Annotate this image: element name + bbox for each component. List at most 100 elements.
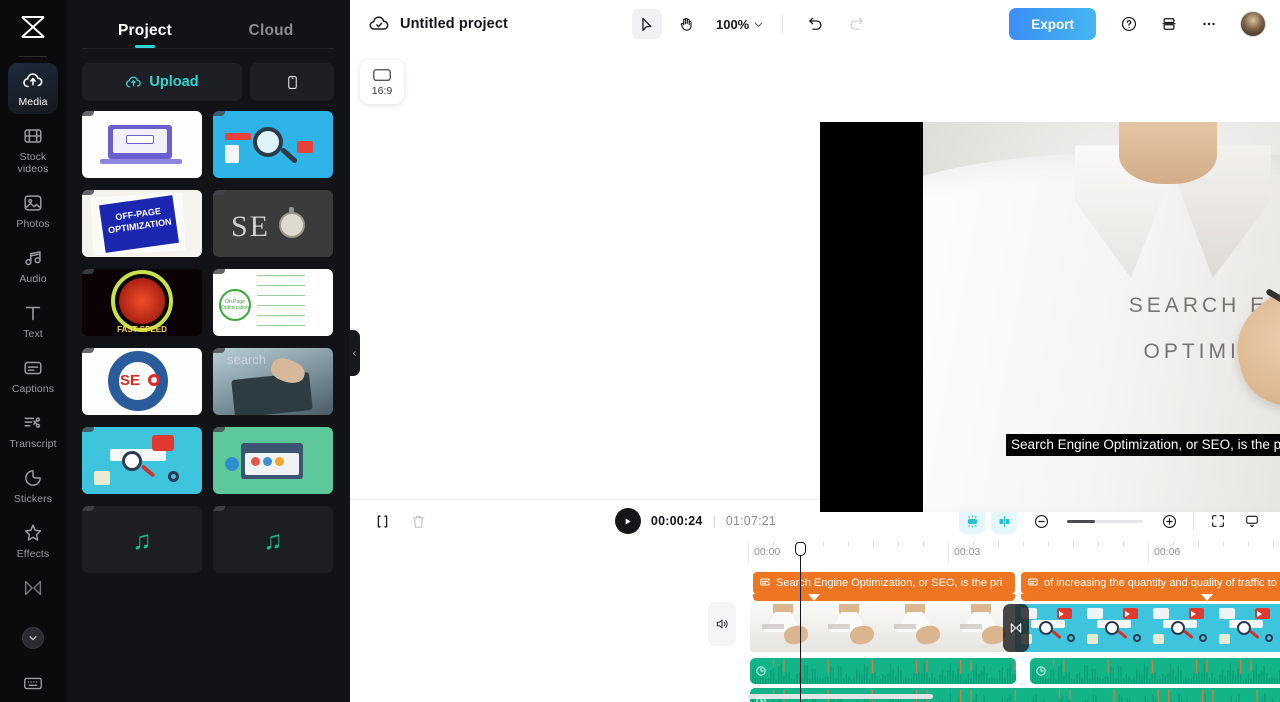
timeline-horizontal-scrollbar[interactable] xyxy=(748,694,933,699)
upload-from-phone-button[interactable] xyxy=(250,63,334,101)
caption-icon xyxy=(1027,576,1039,591)
sidebar-item-captions[interactable]: Captions xyxy=(8,350,58,401)
caption-track[interactable]: Search Engine Optimization, or SEO, is t… xyxy=(748,572,1280,602)
editor-area: Untitled project 100% Export 16:9 SEARCH… xyxy=(350,0,1280,702)
sidebar-item-text[interactable]: Text xyxy=(8,295,58,346)
media-item[interactable] xyxy=(213,111,333,182)
sidebar-item-label: Stickers xyxy=(13,493,53,505)
sidebar-item-photos[interactable]: Photos xyxy=(8,185,58,236)
timeline-divider xyxy=(1193,512,1194,530)
ruler-minor-tick xyxy=(998,542,999,546)
media-item[interactable]: ♫ xyxy=(213,506,333,577)
split-clip-button[interactable] xyxy=(368,507,396,535)
playhead[interactable] xyxy=(795,542,806,702)
media-item[interactable] xyxy=(213,427,333,498)
audio-clip[interactable] xyxy=(750,658,1016,684)
capcut-logo-icon[interactable] xyxy=(0,0,66,54)
seo-steps-cycle: SE xyxy=(82,348,202,415)
sidebar-item-audio[interactable]: Audio xyxy=(8,240,58,291)
export-button[interactable]: Export xyxy=(1009,8,1096,40)
sidebar-item-transitions[interactable] xyxy=(8,570,58,609)
aspect-ratio-button[interactable]: 16:9 xyxy=(360,60,404,104)
status-badge xyxy=(82,506,94,511)
media-item[interactable]: OFF-PAGE OPTIMIZATION xyxy=(82,190,202,261)
media-item[interactable]: FAST-SPEED xyxy=(82,269,202,340)
search-bar-illustration xyxy=(82,427,202,494)
music-note-icon xyxy=(25,250,41,266)
audio-clip[interactable] xyxy=(1030,658,1280,684)
caption-clip[interactable]: Search Engine Optimization, or SEO, is t… xyxy=(753,572,1015,594)
media-thumbnail[interactable] xyxy=(82,111,202,178)
media-item[interactable] xyxy=(82,111,202,182)
ruler-minor-tick xyxy=(1023,542,1024,546)
zoom-level-selector[interactable]: 100% xyxy=(716,17,764,32)
help-button[interactable] xyxy=(1114,9,1144,39)
transcript-scissors-icon xyxy=(24,417,41,428)
video-track[interactable]: SE SE SE SE xyxy=(748,604,1280,652)
export-label: Export xyxy=(1031,16,1074,32)
media-thumbnail[interactable]: SE xyxy=(213,190,333,257)
ruler-minor-tick xyxy=(1173,542,1174,546)
media-item[interactable]: On Page Optimization xyxy=(213,269,333,340)
media-thumbnail[interactable]: On Page Optimization xyxy=(213,269,333,336)
page-title[interactable]: Untitled project xyxy=(400,16,508,32)
music-note-icon: ♫ xyxy=(263,524,283,555)
media-thumbnail[interactable]: SE xyxy=(82,348,202,415)
ruler-major-tick xyxy=(1148,542,1149,564)
media-thumbnail[interactable]: FAST-SPEED xyxy=(82,269,202,336)
sidebar-item-effects[interactable]: Effects xyxy=(8,515,58,566)
chevron-down-icon xyxy=(754,22,763,27)
redo-button[interactable] xyxy=(841,9,871,39)
tab-cloud[interactable]: Cloud xyxy=(208,22,334,48)
delete-clip-button[interactable] xyxy=(404,507,432,535)
media-thumbnail[interactable]: ♫ xyxy=(82,506,202,573)
media-item[interactable]: SE xyxy=(213,190,333,261)
media-thumbnail[interactable] xyxy=(213,111,333,178)
tab-project[interactable]: Project xyxy=(82,22,208,48)
sidebar-item-media[interactable]: Media xyxy=(8,63,58,114)
keyboard-shortcuts-icon[interactable] xyxy=(0,672,66,694)
laptop-track-illustration xyxy=(82,111,202,178)
avatar[interactable] xyxy=(1240,11,1266,37)
more-options-button[interactable] xyxy=(1194,9,1224,39)
sidebar-item-stickers[interactable]: Stickers xyxy=(8,460,58,511)
capcut-editor-window: Media Stock videos Photos Audio Text Cap… xyxy=(0,0,1280,702)
media-thumbnail[interactable] xyxy=(82,427,202,494)
media-item[interactable]: ♫ xyxy=(82,506,202,577)
media-item[interactable]: SE xyxy=(82,348,202,419)
media-thumbnail[interactable]: ♫ xyxy=(213,506,333,573)
audio-track-1[interactable] xyxy=(748,658,1280,684)
panel-collapse-handle[interactable] xyxy=(349,330,360,376)
upload-label: Upload xyxy=(149,74,199,90)
video-clip[interactable] xyxy=(750,604,1015,652)
chevron-down-icon[interactable] xyxy=(22,627,44,649)
sidebar-item-stock-videos[interactable]: Stock videos xyxy=(8,118,58,181)
media-thumbnail[interactable]: OFF-PAGE OPTIMIZATION xyxy=(82,190,202,257)
video-stage[interactable]: SEARCH ENGINE OPTIMIZATION Search Engine… xyxy=(820,122,1280,512)
track-mute-button[interactable] xyxy=(708,602,736,646)
timeline-ruler[interactable]: 00:0000:0300:0600:0900:12 xyxy=(350,542,1280,564)
hand-tool-button[interactable] xyxy=(672,9,702,39)
sidebar-item-label: Media xyxy=(18,96,48,108)
video-clip[interactable] xyxy=(1015,604,1280,652)
media-thumbnail[interactable]: search xyxy=(213,348,333,415)
timeline-body[interactable]: 00:0000:0300:0600:0900:12 Search Engine … xyxy=(350,542,1280,702)
caption-clip[interactable]: of increasing the quantity and quality o… xyxy=(1021,572,1280,594)
transitions-icon xyxy=(24,580,42,596)
upload-button[interactable]: Upload xyxy=(82,63,242,101)
layout-button[interactable] xyxy=(1154,9,1184,39)
select-tool-button[interactable] xyxy=(631,9,662,39)
cloud-check-icon xyxy=(368,13,390,35)
media-thumbnail[interactable] xyxy=(213,427,333,494)
playhead-knob[interactable] xyxy=(795,542,806,556)
undo-button[interactable] xyxy=(801,9,831,39)
timeline-zoom-slider[interactable] xyxy=(1067,519,1143,523)
media-item[interactable]: search xyxy=(213,348,333,419)
rail-divider xyxy=(19,56,47,57)
sidebar-item-transcript[interactable]: Transcript xyxy=(8,405,58,456)
transition-marker[interactable] xyxy=(1003,604,1029,652)
play-button[interactable] xyxy=(614,508,641,534)
media-item[interactable] xyxy=(82,427,202,498)
subtitle-overlay[interactable]: Search Engine Optimization, or SEO, is t… xyxy=(1006,434,1280,456)
undo-icon xyxy=(809,17,822,30)
